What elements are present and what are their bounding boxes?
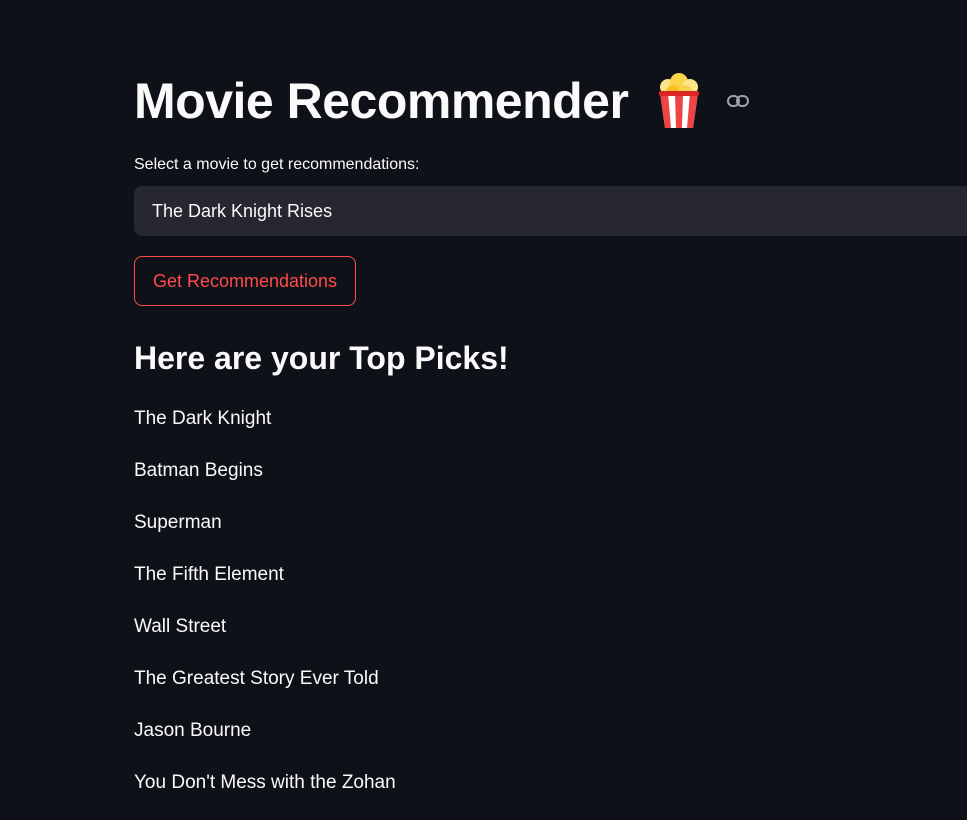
movie-select-value: The Dark Knight Rises (152, 200, 333, 221)
app-root: Movie Recommender Select a movie to get … (0, 0, 967, 820)
list-item: Superman (134, 512, 222, 533)
results-list: The Dark Knight Batman Begins Superman T… (134, 404, 396, 820)
title-row: Movie Recommender (134, 66, 750, 136)
list-item: Jason Bourne (134, 720, 252, 741)
get-recommendations-button[interactable]: Get Recommendations (134, 256, 356, 306)
list-item: The Fifth Element (134, 564, 284, 585)
link-icon[interactable] (726, 89, 750, 113)
list-item: The Dark Knight (134, 408, 272, 429)
movie-select[interactable]: The Dark Knight Rises (134, 186, 967, 236)
list-item: Wall Street (134, 616, 227, 637)
page-title: Movie Recommender (134, 73, 629, 129)
popcorn-icon (656, 73, 702, 129)
list-item: The Greatest Story Ever Told (134, 668, 379, 689)
list-item: You Don't Mess with the Zohan (134, 772, 396, 793)
select-label: Select a movie to get recommendations: (134, 156, 420, 173)
results-heading: Here are your Top Picks! (134, 340, 509, 376)
list-item: Batman Begins (134, 460, 263, 481)
